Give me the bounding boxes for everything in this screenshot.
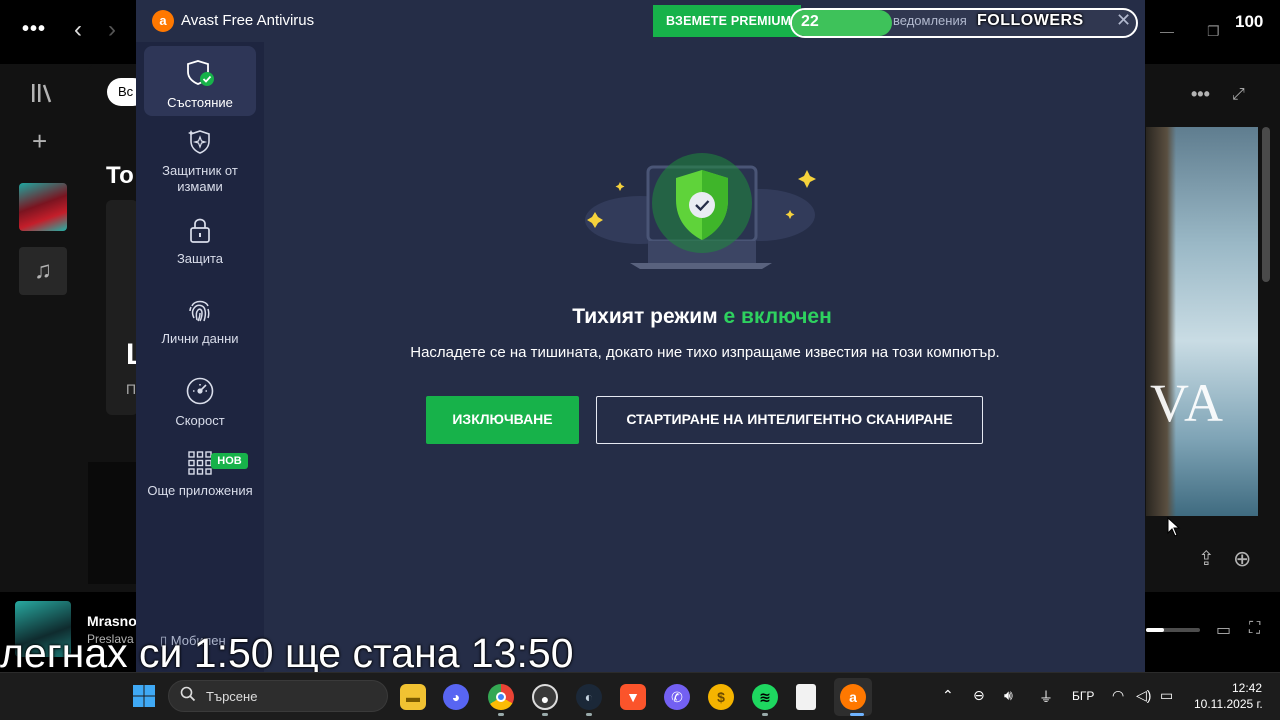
avast-icon[interactable]: a	[840, 684, 866, 710]
spotify-icon[interactable]: ≋	[752, 684, 778, 710]
microphone-icon[interactable]: ⏚	[1039, 687, 1053, 707]
speaker-tray-icon[interactable]: 🔊︎	[1004, 687, 1013, 704]
silent-mode-illustration	[580, 145, 820, 280]
running-indicator	[586, 713, 592, 716]
viber-icon[interactable]: ✆	[664, 684, 690, 710]
spotify-panel-edge	[88, 462, 138, 584]
library-icon[interactable]	[30, 82, 54, 110]
status-subtitle: Насладете се на тишината, докато ние тих…	[410, 344, 1000, 361]
coin-icon[interactable]: $	[708, 684, 734, 710]
nav-label-privacy: Лични данни	[161, 331, 239, 346]
nav-speed[interactable]: Скорост	[144, 376, 256, 430]
now-playing-title[interactable]: Mrasno	[87, 613, 137, 629]
file-explorer-icon[interactable]: ▬	[400, 684, 426, 710]
avast-logo-icon: a	[152, 10, 174, 32]
search-icon	[180, 686, 196, 707]
nav-status[interactable]: Състояние	[144, 46, 256, 116]
running-indicator	[542, 713, 548, 716]
sync-icon[interactable]: ⊖	[973, 687, 985, 704]
shield-check-icon	[144, 58, 256, 91]
windows-start-icon[interactable]	[132, 684, 156, 708]
get-premium-button[interactable]: ВЗЕМЕТЕ PREMIUM	[653, 5, 801, 37]
create-playlist-icon[interactable]: +	[32, 126, 47, 157]
lock-icon	[144, 216, 256, 247]
card-subtitle: П	[126, 381, 137, 397]
nav-label-speed: Скорост	[175, 413, 225, 428]
nav-label-more-apps: Още приложения	[147, 483, 253, 498]
nav-privacy[interactable]: Лични данни	[144, 296, 256, 350]
nav-label-protection: Защита	[176, 251, 224, 266]
scrollbar[interactable]	[1262, 127, 1270, 282]
avast-window	[136, 0, 1145, 672]
battery-icon[interactable]: ▭	[1160, 687, 1173, 704]
music-note-icon: ♫	[34, 257, 52, 284]
search-placeholder: Търсене	[206, 689, 258, 704]
section-heading: То	[106, 162, 134, 189]
album-artwork: VA	[1146, 127, 1258, 516]
spotify-menu-icon[interactable]: •••	[22, 18, 46, 41]
forward-arrow-icon[interactable]: ›	[108, 16, 116, 44]
desktop-screen: ••• ‹ › + ♫ Вс То L П ••• ⤢ VA ⇪ ⊕ — ❐ M…	[0, 0, 1280, 720]
taskbar-search[interactable]	[168, 680, 388, 712]
wifi-icon[interactable]: ◠	[1112, 687, 1124, 704]
obs-icon[interactable]: ●	[532, 684, 558, 710]
discord-icon[interactable]: ◕	[443, 684, 469, 710]
artwork-rock	[1146, 127, 1176, 516]
stream-caption: легнах си 1:50 ще стана 13:50	[0, 630, 574, 676]
nav-label-scam-guardian: Защитник от измами	[162, 163, 238, 194]
nav-protection[interactable]: Защита	[144, 216, 256, 270]
minimize-icon[interactable]: —	[1160, 23, 1174, 39]
followers-progress: 22	[792, 10, 892, 36]
mouse-cursor-icon	[1167, 516, 1181, 542]
back-arrow-icon[interactable]: ‹	[74, 16, 82, 44]
liked-songs-cover[interactable]: ♫	[19, 247, 67, 295]
restore-icon[interactable]: ❐	[1207, 23, 1220, 40]
disable-silent-mode-button[interactable]: ИЗКЛЮЧВАНЕ	[426, 396, 579, 444]
shield-scam-icon	[144, 128, 256, 159]
status-heading: Тихият режим е включен	[392, 305, 1012, 329]
nav-scam-guardian[interactable]: Защитник от измами	[144, 128, 256, 198]
app-title: Avast Free Antivirus	[181, 12, 315, 29]
nav-label-status: Състояние	[167, 95, 233, 110]
show-hidden-icons-icon[interactable]: ⌃	[942, 687, 954, 704]
running-indicator	[762, 713, 768, 716]
clock-time[interactable]: 12:42	[1232, 681, 1262, 695]
smart-scan-button[interactable]: СТАРТИРАНЕ НА ИНТЕЛИГЕНТНО СКАНИРАНЕ	[596, 396, 983, 444]
running-indicator	[498, 713, 504, 716]
input-language[interactable]: БГР	[1072, 689, 1094, 703]
artwork-text: VA	[1150, 373, 1226, 433]
fullscreen-icon[interactable]: ⛶	[1249, 620, 1260, 638]
steam-icon[interactable]: ◐	[576, 684, 602, 710]
miniplayer-icon[interactable]: ▭	[1216, 620, 1231, 640]
followers-goal: 100	[1235, 12, 1264, 31]
volume-icon[interactable]: ◁)	[1136, 687, 1151, 704]
expand-icon[interactable]: ⤢	[1232, 86, 1245, 104]
more-options-icon[interactable]: •••	[1191, 84, 1210, 105]
playlist-cover[interactable]	[19, 183, 67, 231]
followers-label: FOLLOWERS	[977, 12, 1084, 29]
new-badge: НОВ	[211, 453, 248, 469]
chrome-icon[interactable]	[488, 684, 514, 710]
add-circle-icon[interactable]: ⊕	[1233, 546, 1251, 572]
volume-level	[1146, 628, 1164, 632]
heading-white-part: Тихият режим	[572, 305, 718, 328]
fingerprint-icon	[144, 296, 256, 327]
clock-date[interactable]: 10.11.2025 г.	[1194, 697, 1263, 711]
share-icon[interactable]: ⇪	[1198, 546, 1215, 571]
file-icon[interactable]	[796, 684, 816, 710]
active-indicator	[850, 713, 864, 716]
speedometer-icon	[144, 376, 256, 409]
heading-green-part: е включен	[723, 305, 832, 328]
brave-icon[interactable]: ▼	[620, 684, 646, 710]
